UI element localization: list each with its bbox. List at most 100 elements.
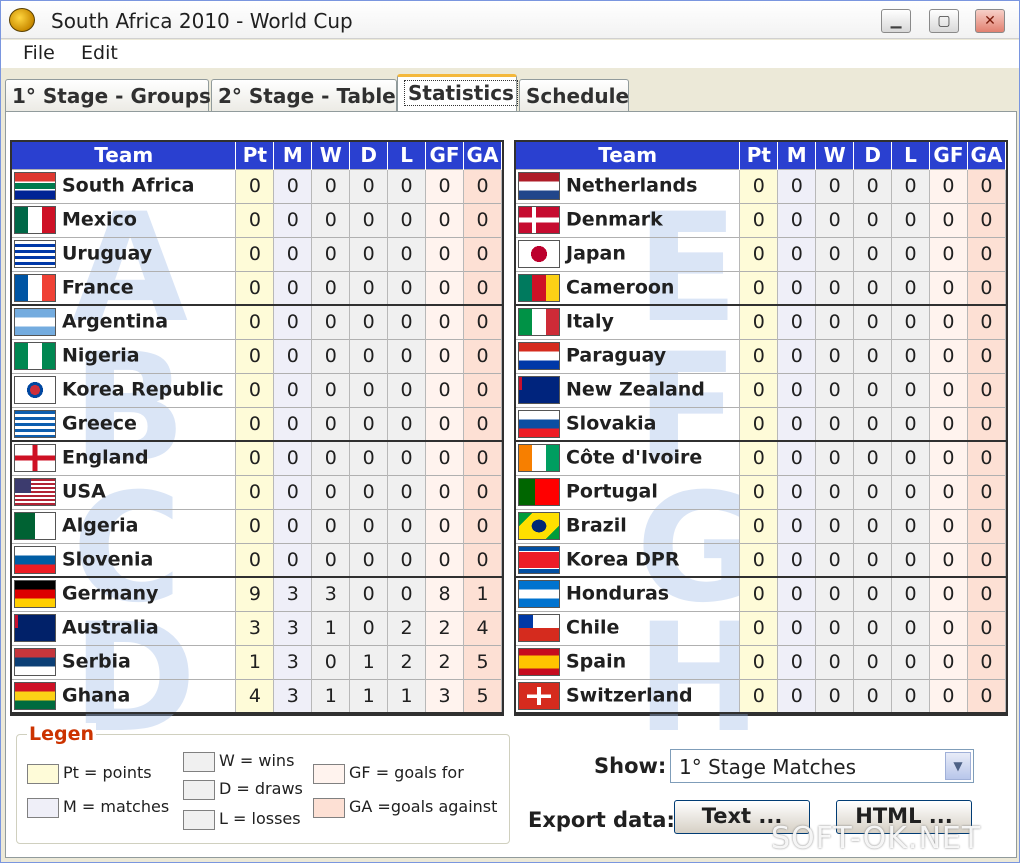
col-l[interactable]: L: [891, 142, 930, 169]
cell-pt: 0: [235, 270, 275, 306]
table-row[interactable]: New Zealand 0 0 0 0 0 0 0: [516, 372, 1007, 407]
team-cell: France: [12, 270, 237, 306]
col-d[interactable]: D: [853, 142, 893, 169]
col-pt[interactable]: Pt: [739, 142, 779, 169]
team-name: England: [62, 446, 149, 469]
cell-gf: 2: [425, 644, 464, 679]
table-row[interactable]: Italy 0 0 0 0 0 0 0: [516, 304, 1007, 339]
cell-gf: 0: [425, 202, 464, 237]
japan-flag-icon: [518, 240, 560, 268]
table-row[interactable]: Paraguay 0 0 0 0 0 0 0: [516, 338, 1007, 373]
cell-l: 0: [891, 678, 930, 714]
table-row[interactable]: Korea DPR 0 0 0 0 0 0 0: [516, 542, 1007, 578]
chevron-down-icon[interactable]: ▼: [945, 752, 971, 780]
table-row[interactable]: Korea Republic 0 0 0 0 0 0 0: [12, 372, 503, 407]
france-flag-icon: [14, 273, 56, 302]
cell-pt: 0: [235, 440, 275, 475]
col-m[interactable]: M: [273, 142, 313, 169]
table-row[interactable]: Uruguay 0 0 0 0 0 0 0: [12, 236, 503, 271]
table-row[interactable]: Cameroon 0 0 0 0 0 0 0: [516, 270, 1007, 306]
show-label: Show:: [594, 754, 667, 778]
col-w[interactable]: W: [815, 142, 855, 169]
col-d[interactable]: D: [349, 142, 389, 169]
cell-pt: 0: [739, 304, 779, 339]
honduras-flag-icon: [518, 580, 560, 609]
table-row[interactable]: South Africa 0 0 0 0 0 0 0: [12, 168, 503, 203]
table-row[interactable]: Slovenia 0 0 0 0 0 0 0: [12, 542, 503, 578]
table-row[interactable]: Honduras 0 0 0 0 0 0 0: [516, 576, 1007, 611]
table-row[interactable]: Netherlands 0 0 0 0 0 0 0: [516, 168, 1007, 203]
paraguay-flag-icon: [518, 342, 560, 370]
table-row[interactable]: Australia 3 3 1 0 2 2 4: [12, 610, 503, 645]
table-row[interactable]: Mexico 0 0 0 0 0 0 0: [12, 202, 503, 237]
table-row[interactable]: Argentina 0 0 0 0 0 0 0: [12, 304, 503, 339]
tab-schedule[interactable]: Schedule: [519, 79, 629, 111]
table-row[interactable]: USA 0 0 0 0 0 0 0: [12, 474, 503, 509]
tab-statistics[interactable]: Statistics: [397, 74, 518, 112]
maximize-button[interactable]: ▢: [929, 9, 959, 33]
cell-l: 0: [387, 542, 427, 578]
cell-pt: 3: [235, 610, 275, 645]
team-name: Ghana: [62, 684, 131, 707]
cell-gf: 0: [929, 542, 968, 578]
table-row[interactable]: Serbia 1 3 0 1 2 2 5: [12, 644, 503, 679]
col-gf[interactable]: GF: [929, 142, 968, 169]
title-bar[interactable]: South Africa 2010 - World Cup ▁ ▢ ✕: [1, 1, 1019, 39]
cell-w: 0: [311, 542, 351, 578]
table-row[interactable]: Germany 9 3 3 0 0 8 1: [12, 576, 503, 611]
col-m[interactable]: M: [777, 142, 817, 169]
tab-stage-groups[interactable]: 1° Stage - Groups: [5, 79, 211, 111]
cell-gf: 3: [425, 678, 464, 714]
cell-l: 0: [891, 644, 930, 679]
team-name: Korea DPR: [566, 548, 680, 571]
menu-file[interactable]: File: [23, 42, 55, 64]
table-row[interactable]: Brazil 0 0 0 0 0 0 0: [516, 508, 1007, 543]
table-row[interactable]: France 0 0 0 0 0 0 0: [12, 270, 503, 306]
cell-d: 0: [349, 508, 389, 543]
legend-m-label: M = matches: [63, 797, 170, 816]
table-row[interactable]: Algeria 0 0 0 0 0 0 0: [12, 508, 503, 543]
legend-box: Legen Pt = points M = matches W = wins D…: [16, 723, 510, 844]
col-w[interactable]: W: [311, 142, 351, 169]
table-row[interactable]: Greece 0 0 0 0 0 0 0: [12, 406, 503, 442]
team-cell: Honduras: [516, 576, 741, 611]
table-row[interactable]: Slovakia 0 0 0 0 0 0 0: [516, 406, 1007, 442]
team-name: Algeria: [62, 514, 139, 537]
table-row[interactable]: Chile 0 0 0 0 0 0 0: [516, 610, 1007, 645]
left-table: Team Pt M W D L GF GA South Africa 0 0 0 0 0 0…: [12, 142, 503, 714]
col-l[interactable]: L: [387, 142, 427, 169]
minimize-button[interactable]: ▁: [881, 9, 911, 33]
legend-swatch-d: [183, 779, 215, 800]
table-row[interactable]: Ghana 4 3 1 1 1 3 5: [12, 678, 503, 714]
cell-d: 0: [349, 168, 389, 203]
table-row[interactable]: England 0 0 0 0 0 0 0: [12, 440, 503, 475]
table-row[interactable]: Nigeria 0 0 0 0 0 0 0: [12, 338, 503, 373]
menu-edit[interactable]: Edit: [81, 42, 118, 64]
team-cell: Slovakia: [516, 406, 741, 442]
col-pt[interactable]: Pt: [235, 142, 275, 169]
table-row[interactable]: Denmark 0 0 0 0 0 0 0: [516, 202, 1007, 237]
cell-gf: 0: [929, 474, 968, 509]
col-gf[interactable]: GF: [425, 142, 464, 169]
cell-gf: 0: [425, 542, 464, 578]
show-dropdown[interactable]: 1° Stage Matches ▼: [670, 749, 974, 783]
table-row[interactable]: Côte d'Ivoire 0 0 0 0 0 0 0: [516, 440, 1007, 475]
brazil-flag-icon: [518, 512, 560, 540]
table-row[interactable]: Spain 0 0 0 0 0 0 0: [516, 644, 1007, 679]
table-row[interactable]: Switzerland 0 0 0 0 0 0 0: [516, 678, 1007, 714]
table-row[interactable]: Portugal 0 0 0 0 0 0 0: [516, 474, 1007, 509]
team-cell: Spain: [516, 644, 741, 679]
col-ga[interactable]: GA: [967, 142, 1007, 169]
col-team[interactable]: Team: [516, 142, 741, 169]
tab-stage-table[interactable]: 2° Stage - Table: [211, 79, 397, 111]
col-ga[interactable]: GA: [463, 142, 503, 169]
cell-ga: 0: [463, 168, 503, 203]
cell-l: 2: [387, 644, 427, 679]
col-team[interactable]: Team: [12, 142, 237, 169]
cell-ga: 0: [967, 372, 1007, 407]
cell-m: 0: [273, 338, 313, 373]
close-button[interactable]: ✕: [975, 9, 1005, 33]
cell-d: 0: [349, 406, 389, 442]
team-name: Denmark: [566, 208, 663, 231]
table-row[interactable]: Japan 0 0 0 0 0 0 0: [516, 236, 1007, 271]
